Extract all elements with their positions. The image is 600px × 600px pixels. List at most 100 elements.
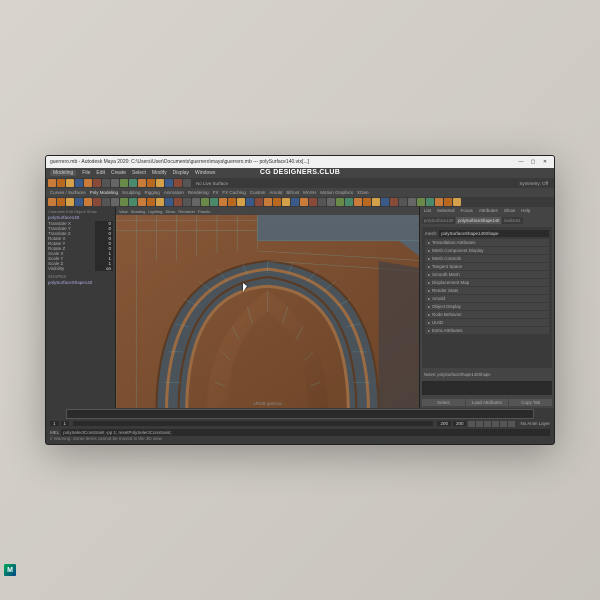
attr-section-tangent-space[interactable]: Tangent Space xyxy=(425,263,549,270)
shelf-tab-animation[interactable]: Animation xyxy=(164,190,184,195)
range-slider[interactable] xyxy=(73,421,433,426)
shelf-tab-xgen[interactable]: XGen xyxy=(357,190,369,195)
shelf-icon-29[interactable] xyxy=(309,198,317,206)
attr-copy-button[interactable]: Copy Tab xyxy=(509,399,552,406)
attr-node-tab[interactable]: polySurfaceShape140 xyxy=(456,217,501,224)
shelf-tab-poly-modeling[interactable]: Poly Modeling xyxy=(90,190,118,195)
shelf-tab-arnold[interactable]: Arnold xyxy=(269,190,282,195)
statusline-icon-15[interactable] xyxy=(183,179,191,187)
range-end-field[interactable]: 200 xyxy=(453,421,467,426)
shelf-tab-rigging[interactable]: Rigging xyxy=(145,190,160,195)
shelf-icon-33[interactable] xyxy=(345,198,353,206)
shelf-icon-36[interactable] xyxy=(372,198,380,206)
attr-section-displacement-map[interactable]: Displacement Map xyxy=(425,279,549,286)
shelf-icon-5[interactable] xyxy=(93,198,101,206)
statusline-icon-13[interactable] xyxy=(165,179,173,187)
statusline-icon-2[interactable] xyxy=(66,179,74,187)
shelf-icon-18[interactable] xyxy=(210,198,218,206)
shelf-icon-2[interactable] xyxy=(66,198,74,206)
command-line[interactable]: polySelectConstraint -pp 1; resetPolySel… xyxy=(61,429,550,436)
shelf-icon-10[interactable] xyxy=(138,198,146,206)
attr-section-render-stats[interactable]: Render Stats xyxy=(425,287,549,294)
shelf-icon-30[interactable] xyxy=(318,198,326,206)
statusline-icon-5[interactable] xyxy=(93,179,101,187)
attr-section-mesh-controls[interactable]: Mesh Controls xyxy=(425,255,549,262)
shelf-icon-25[interactable] xyxy=(273,198,281,206)
attr-section-extra-attributes[interactable]: Extra Attributes xyxy=(425,327,549,334)
statusline-icon-9[interactable] xyxy=(129,179,137,187)
shelf-icon-9[interactable] xyxy=(129,198,137,206)
viewport-menu-show[interactable]: Show xyxy=(165,209,175,214)
attr-section-tessellation-attributes[interactable]: Tessellation Attributes xyxy=(425,239,549,246)
shelf-icon-45[interactable] xyxy=(453,198,461,206)
shelf-icon-40[interactable] xyxy=(408,198,416,206)
shelf-icon-7[interactable] xyxy=(111,198,119,206)
workspace-dropdown[interactable]: Modeling xyxy=(50,170,76,176)
shelf-tab-motion-graphics[interactable]: Motion Graphics xyxy=(320,190,353,195)
shelf-icon-43[interactable] xyxy=(435,198,443,206)
statusline-icon-12[interactable] xyxy=(156,179,164,187)
shelf-icon-32[interactable] xyxy=(336,198,344,206)
no-live-surface-label[interactable]: No Live Surface xyxy=(196,181,228,186)
shelf-icon-3[interactable] xyxy=(75,198,83,206)
attr-section-arnold[interactable]: Arnold xyxy=(425,295,549,302)
attr-menu-help[interactable]: Help xyxy=(519,208,532,215)
attr-node-name-field[interactable]: polySurfaceShape140Shape xyxy=(439,230,549,237)
shelf-icon-27[interactable] xyxy=(291,198,299,206)
step-back-button[interactable] xyxy=(476,421,483,427)
attr-menu-show[interactable]: Show xyxy=(502,208,517,215)
shelf-icon-11[interactable] xyxy=(147,198,155,206)
shelf-icon-38[interactable] xyxy=(390,198,398,206)
shelf-icon-41[interactable] xyxy=(417,198,425,206)
shelf-icon-19[interactable] xyxy=(219,198,227,206)
shelf-icon-44[interactable] xyxy=(444,198,452,206)
shelf-icon-31[interactable] xyxy=(327,198,335,206)
viewport-menu-lighting[interactable]: Lighting xyxy=(148,209,162,214)
shelf-icon-35[interactable] xyxy=(363,198,371,206)
shelf-icon-4[interactable] xyxy=(84,198,92,206)
attr-notes-field[interactable] xyxy=(422,381,552,395)
shelf-tab-sculpting[interactable]: Sculpting xyxy=(122,190,141,195)
shelf-icon-23[interactable] xyxy=(255,198,263,206)
shelf-icon-42[interactable] xyxy=(426,198,434,206)
shape-node[interactable]: polySurfaceShape140 xyxy=(48,280,113,285)
attr-select-button[interactable]: Select xyxy=(422,399,465,406)
shelf-icon-20[interactable] xyxy=(228,198,236,206)
shelf-tab-curves-surfaces[interactable]: Curves / Surfaces xyxy=(50,190,86,195)
channel-attr-row[interactable]: Visibilityon xyxy=(48,266,113,271)
shelf-icon-37[interactable] xyxy=(381,198,389,206)
step-fwd-button[interactable] xyxy=(500,421,507,427)
attr-section-node-behavior[interactable]: Node Behavior xyxy=(425,311,549,318)
attr-section-smooth-mesh[interactable]: Smooth Mesh xyxy=(425,271,549,278)
start-field[interactable]: 1 xyxy=(61,421,70,426)
statusline-icon-6[interactable] xyxy=(102,179,110,187)
viewport-menu-renderer[interactable]: Renderer xyxy=(178,209,195,214)
minimize-button[interactable]: — xyxy=(516,159,526,165)
attr-menu-selected[interactable]: Selected xyxy=(435,208,457,215)
statusline-icon-0[interactable] xyxy=(48,179,56,187)
time-slider[interactable] xyxy=(66,409,534,419)
shelf-tab-rendering[interactable]: Rendering xyxy=(188,190,209,195)
shelf-icon-16[interactable] xyxy=(192,198,200,206)
viewport-canvas[interactable]: sRGB gamma xyxy=(116,215,419,408)
statusline-icon-3[interactable] xyxy=(75,179,83,187)
shelf-tab-mash[interactable]: MASH xyxy=(303,190,316,195)
play-button[interactable] xyxy=(492,421,499,427)
statusline-icon-11[interactable] xyxy=(147,179,155,187)
shelf-icon-8[interactable] xyxy=(120,198,128,206)
shelf-icon-0[interactable] xyxy=(48,198,56,206)
viewport-menu-shading[interactable]: Shading xyxy=(131,209,146,214)
attr-load-button[interactable]: Load Attributes xyxy=(466,399,509,406)
shelf-icon-13[interactable] xyxy=(165,198,173,206)
statusline-icon-10[interactable] xyxy=(138,179,146,187)
rewind-button[interactable] xyxy=(468,421,475,427)
shelf-tab-custom[interactable]: Custom xyxy=(250,190,266,195)
attr-node-tab[interactable]: polySurface140 xyxy=(422,217,455,224)
menu-windows[interactable]: Windows xyxy=(195,170,215,176)
shelf-icon-24[interactable] xyxy=(264,198,272,206)
menu-edit[interactable]: Edit xyxy=(96,170,105,176)
anim-layer-dropdown[interactable]: No Anim Layer xyxy=(520,421,550,426)
shelf-tab-fx-caching[interactable]: FX Caching xyxy=(222,190,246,195)
shelf-icon-28[interactable] xyxy=(300,198,308,206)
channel-attr-value[interactable]: on xyxy=(95,266,113,271)
